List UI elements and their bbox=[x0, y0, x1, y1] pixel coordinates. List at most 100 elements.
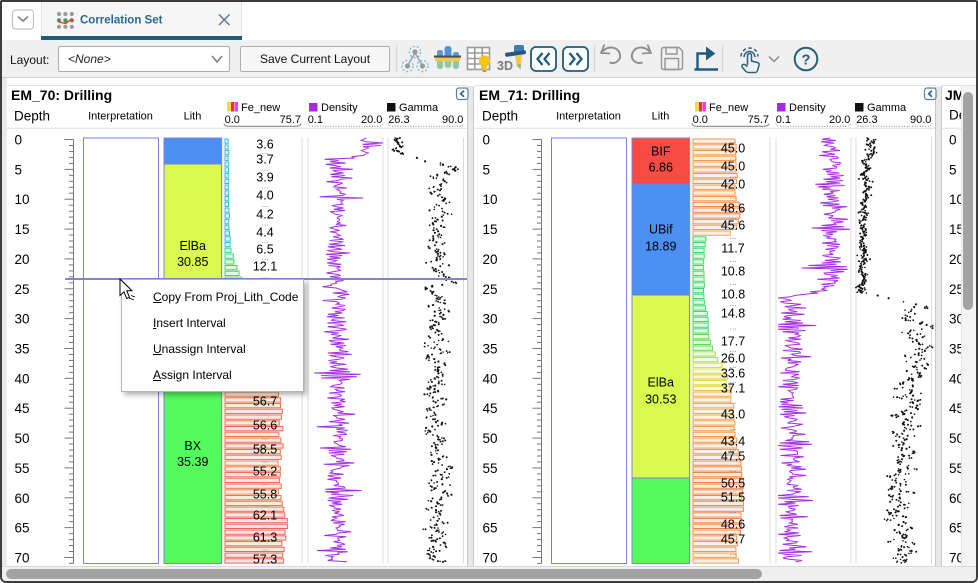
svg-text:UBif: UBif bbox=[649, 223, 673, 237]
svg-text:Gamma: Gamma bbox=[399, 102, 439, 114]
svg-text:...: ... bbox=[729, 443, 736, 453]
svg-text:...: ... bbox=[261, 235, 268, 245]
svg-text:0.1: 0.1 bbox=[308, 114, 323, 126]
svg-text:60: 60 bbox=[483, 491, 498, 506]
svg-text:Density: Density bbox=[789, 102, 826, 114]
svg-text:...: ... bbox=[729, 485, 736, 495]
svg-text:35: 35 bbox=[15, 342, 30, 357]
svg-text:Interpretation: Interpretation bbox=[88, 111, 153, 123]
svg-text:...: ... bbox=[729, 526, 736, 536]
svg-text:...: ... bbox=[729, 135, 736, 145]
svg-text:...: ... bbox=[729, 170, 736, 180]
svg-text:...: ... bbox=[729, 322, 736, 332]
svg-text:75.7: 75.7 bbox=[748, 114, 769, 126]
svg-text:43.0: 43.0 bbox=[721, 408, 745, 422]
svg-text:10: 10 bbox=[483, 192, 498, 207]
svg-text:5: 5 bbox=[483, 162, 491, 177]
svg-text:42.0: 42.0 bbox=[721, 178, 745, 192]
svg-text:65: 65 bbox=[483, 521, 498, 536]
svg-text:...: ... bbox=[729, 254, 736, 264]
svg-text:...: ... bbox=[261, 218, 268, 228]
svg-text:26.3: 26.3 bbox=[856, 114, 877, 126]
svg-text:...: ... bbox=[729, 422, 736, 432]
svg-text:ElBa: ElBa bbox=[648, 376, 674, 390]
svg-text:0: 0 bbox=[483, 133, 491, 148]
svg-text:...: ... bbox=[261, 146, 268, 156]
svg-text:20.0: 20.0 bbox=[829, 114, 850, 126]
svg-text:...: ... bbox=[729, 360, 736, 370]
svg-text:EM_71: Drilling: EM_71: Drilling bbox=[479, 87, 580, 103]
svg-text:Density: Density bbox=[321, 102, 358, 114]
svg-text:...: ... bbox=[261, 499, 268, 509]
svg-text:0.0: 0.0 bbox=[225, 114, 240, 126]
svg-text:5: 5 bbox=[949, 162, 957, 177]
svg-text:20: 20 bbox=[483, 252, 498, 267]
svg-text:...: ... bbox=[261, 521, 268, 531]
svg-text:45: 45 bbox=[15, 401, 30, 416]
svg-text:90.0: 90.0 bbox=[910, 114, 931, 126]
svg-text:BIF: BIF bbox=[651, 145, 671, 159]
svg-text:56.6: 56.6 bbox=[253, 419, 277, 433]
svg-text:50: 50 bbox=[483, 431, 498, 446]
svg-text:20.0: 20.0 bbox=[361, 114, 382, 126]
svg-text:10: 10 bbox=[15, 192, 30, 207]
svg-text:...: ... bbox=[729, 547, 736, 557]
svg-text:55: 55 bbox=[483, 461, 498, 476]
svg-text:Fe_new: Fe_new bbox=[709, 102, 748, 114]
svg-text:35: 35 bbox=[483, 342, 498, 357]
svg-text:15: 15 bbox=[15, 222, 30, 237]
svg-text:BX: BX bbox=[184, 439, 201, 453]
svg-text:57.3: 57.3 bbox=[253, 553, 277, 567]
svg-text:5: 5 bbox=[15, 162, 23, 177]
svg-text:Fe_new: Fe_new bbox=[241, 102, 280, 114]
svg-text:Interpretation: Interpretation bbox=[556, 111, 621, 123]
svg-text:70: 70 bbox=[483, 551, 498, 566]
svg-text:35.39: 35.39 bbox=[177, 455, 208, 469]
svg-text:...: ... bbox=[261, 181, 268, 191]
svg-text:30: 30 bbox=[15, 312, 30, 327]
svg-text:0.1: 0.1 bbox=[776, 114, 791, 126]
svg-text:50: 50 bbox=[15, 431, 30, 446]
svg-text:...: ... bbox=[729, 375, 736, 385]
svg-text:20: 20 bbox=[15, 252, 30, 267]
svg-text:6.86: 6.86 bbox=[649, 161, 673, 175]
svg-text:...: ... bbox=[261, 199, 268, 209]
svg-text:...: ... bbox=[261, 163, 268, 173]
svg-text:25: 25 bbox=[15, 282, 30, 297]
svg-text:Depth: Depth bbox=[482, 109, 518, 124]
svg-text:Lith: Lith bbox=[652, 111, 670, 123]
svg-text:...: ... bbox=[729, 344, 736, 354]
svg-text:...: ... bbox=[729, 211, 736, 221]
svg-text:40: 40 bbox=[483, 371, 498, 386]
svg-text:Gamma: Gamma bbox=[867, 102, 907, 114]
svg-text:75.7: 75.7 bbox=[280, 114, 301, 126]
svg-text:70: 70 bbox=[15, 551, 30, 566]
svg-text:...: ... bbox=[729, 505, 736, 515]
svg-text:...: ... bbox=[261, 408, 268, 418]
svg-text:26.3: 26.3 bbox=[388, 114, 409, 126]
svg-text:45: 45 bbox=[483, 401, 498, 416]
svg-text:...: ... bbox=[729, 152, 736, 162]
svg-text:...: ... bbox=[729, 191, 736, 201]
svg-text:Lith: Lith bbox=[184, 111, 202, 123]
svg-text:...: ... bbox=[729, 464, 736, 474]
svg-text:...: ... bbox=[729, 298, 736, 308]
svg-text:...: ... bbox=[729, 396, 736, 406]
svg-text:...: ... bbox=[729, 277, 736, 287]
svg-text:0.0: 0.0 bbox=[693, 114, 708, 126]
svg-text:14.8: 14.8 bbox=[721, 307, 745, 321]
svg-text:...: ... bbox=[729, 231, 736, 241]
svg-text:90.0: 90.0 bbox=[442, 114, 463, 126]
svg-text:65: 65 bbox=[15, 521, 30, 536]
svg-text:30: 30 bbox=[483, 312, 498, 327]
svg-text:0: 0 bbox=[949, 133, 957, 148]
svg-text:40: 40 bbox=[15, 371, 30, 386]
svg-text:55: 55 bbox=[15, 461, 30, 476]
svg-text:0: 0 bbox=[15, 133, 23, 148]
svg-text:15: 15 bbox=[483, 222, 498, 237]
svg-text:...: ... bbox=[261, 477, 268, 487]
svg-text:...: ... bbox=[261, 455, 268, 465]
svg-text:...: ... bbox=[261, 543, 268, 553]
svg-text:...: ... bbox=[261, 252, 268, 262]
svg-text:...: ... bbox=[261, 432, 268, 442]
